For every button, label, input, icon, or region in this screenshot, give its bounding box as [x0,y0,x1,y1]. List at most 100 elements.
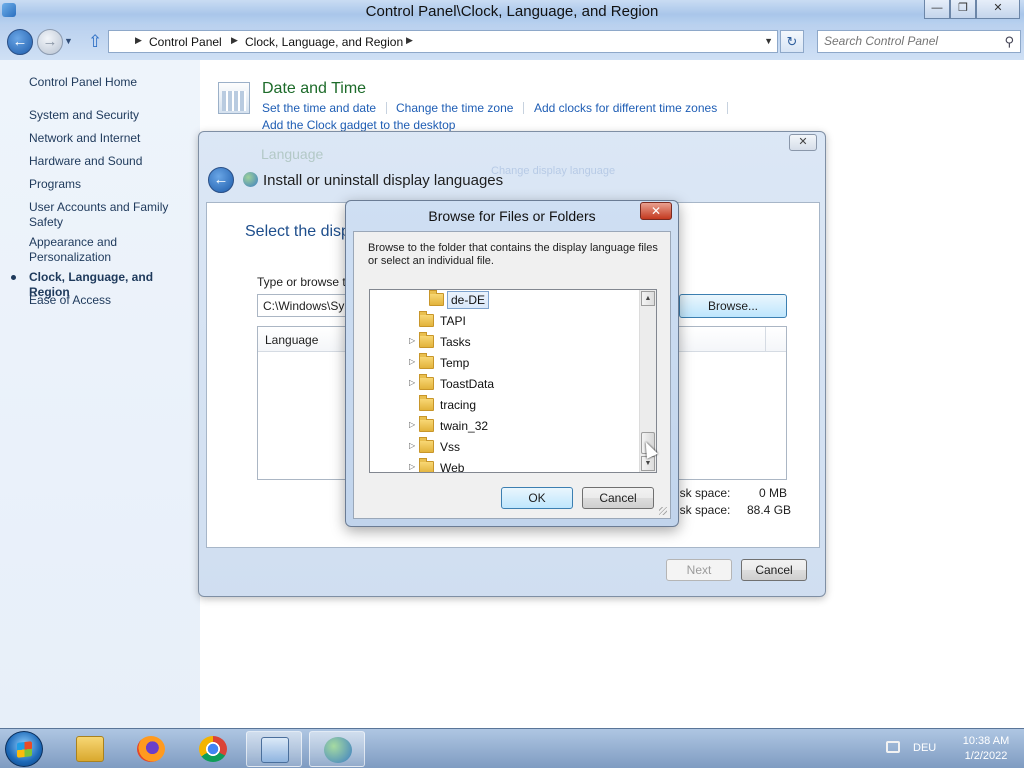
browse-cancel-button[interactable]: Cancel [582,487,654,509]
link-change-time-zone[interactable]: Change the time zone [396,101,513,115]
sidebar-item-network-internet[interactable]: Network and Internet [29,131,194,146]
cancel-button[interactable]: Cancel [741,559,807,581]
navigation-bar: ← → ▼ ⇧ ▶ Control Panel ▶ Clock, Languag… [0,24,1024,60]
taskbar-firefox[interactable] [123,731,179,767]
tree-item-label: TAPI [440,314,466,328]
folder-icon [419,458,434,472]
select-instruction: Select the disp [245,223,350,240]
up-arrow-icon[interactable]: ⇧ [88,32,102,52]
firefox-icon [137,736,165,762]
category-title[interactable]: Date and Time [262,80,366,98]
maximize-button[interactable]: ❐ [950,0,976,19]
taskbar-chrome[interactable] [185,731,241,767]
breadcrumb-chevron-icon[interactable]: ▶ [231,35,238,46]
breadcrumb-clock-language-region[interactable]: Clock, Language, and Region [245,35,403,49]
search-input[interactable] [824,34,994,48]
link-add-clocks[interactable]: Add clocks for different time zones [534,101,717,115]
expand-arrow-icon[interactable]: ▷ [409,462,415,471]
clock-date[interactable]: 1/2/2022 [956,750,1016,762]
browse-button[interactable]: Browse... [679,294,787,318]
link-add-clock-gadget[interactable]: Add the Clock gadget to the desktop [262,118,455,132]
folder-icon [429,290,444,306]
taskbar-control-panel[interactable] [246,731,302,767]
tree-item-label: twain_32 [440,419,489,433]
folder-icon [419,353,434,369]
address-dropdown-icon[interactable]: ▼ [764,36,773,46]
sidebar-item-ease-of-access[interactable]: Ease of Access [29,293,194,308]
sidebar-item-user-accounts[interactable]: User Accounts and Family Safety [29,200,179,230]
link-separator [727,102,728,114]
minimize-button[interactable]: — [924,0,950,19]
dialog-back-button[interactable]: ← [208,167,234,193]
tree-item-tasks[interactable]: ▷ Tasks [370,332,640,353]
expand-arrow-icon[interactable]: ▷ [409,378,415,387]
folder-tree[interactable]: de-DE TAPI ▷ Tasks ▷ Temp ▷ ToastData tr… [369,289,657,473]
search-icon[interactable]: ⚲ [1004,34,1014,50]
expand-arrow-icon[interactable]: ▷ [409,336,415,345]
taskbar-explorer[interactable] [62,731,118,767]
close-icon[interactable]: ✕ [640,202,672,220]
scroll-up-arrow-icon[interactable]: ▲ [641,291,655,306]
clock-time[interactable]: 10:38 AM [956,735,1016,747]
resize-grip-icon[interactable] [659,507,667,515]
input-language-indicator[interactable]: DEU [913,742,936,754]
background-language-title: Language [261,146,324,162]
folder-icon [419,311,434,327]
language-globe-icon [243,172,258,187]
column-divider [765,327,766,352]
tree-item-temp[interactable]: ▷ Temp [370,353,640,374]
link-set-time-date[interactable]: Set the time and date [262,101,376,115]
expand-arrow-icon[interactable]: ▷ [409,441,415,450]
close-window-button[interactable]: ✕ [976,0,1020,19]
breadcrumb-chevron-icon[interactable]: ▶ [406,35,413,46]
taskbar-language-installer[interactable] [309,731,365,767]
language-column-header[interactable]: Language [265,333,318,347]
breadcrumb-control-panel[interactable]: Control Panel [149,35,222,49]
dialog-footer: Next Cancel [206,548,820,590]
folder-icon [76,736,104,762]
next-button[interactable]: Next [666,559,732,581]
sidebar-item-appearance[interactable]: Appearance and Personalization [29,235,139,265]
sidebar-item-hardware-sound[interactable]: Hardware and Sound [29,154,194,169]
search-box[interactable]: ⚲ [817,30,1021,53]
tree-item-twain-32[interactable]: ▷ twain_32 [370,416,640,437]
tree-item-label: Temp [440,356,470,370]
sidebar-item-system-security[interactable]: System and Security [29,108,194,123]
forward-button[interactable]: → [37,29,63,55]
current-section-bullet [11,275,16,280]
link-separator [386,102,387,114]
start-button[interactable] [5,731,43,767]
breadcrumb-chevron-icon[interactable]: ▶ [135,35,142,46]
tree-item-de-de[interactable]: de-DE [370,290,640,311]
tree-item-web[interactable]: ▷ Web [370,458,640,472]
browse-dialog-title: Browse for Files or Folders [428,208,596,224]
tree-item-toastdata[interactable]: ▷ ToastData [370,374,640,395]
back-button[interactable]: ← [7,29,33,55]
folder-icon [419,416,434,432]
tree-item-tapi[interactable]: TAPI [370,311,640,332]
date-time-icon[interactable] [218,82,250,114]
tree-item-tracing[interactable]: tracing [370,395,640,416]
system-tray: DEU 10:38 AM 1/2/2022 [864,729,1024,768]
tree-item-label: de-DE [447,291,490,309]
expand-arrow-icon[interactable]: ▷ [409,357,415,366]
tree-item-label: Vss [440,440,461,454]
language-globe-icon [324,737,352,763]
expand-arrow-icon[interactable]: ▷ [409,420,415,429]
tree-item-vss[interactable]: ▷ Vss [370,437,640,458]
sidebar-item-control-panel-home[interactable]: Control Panel Home [29,75,194,90]
refresh-button[interactable]: ↻ [780,30,804,53]
ok-button[interactable]: OK [501,487,573,509]
recent-pages-dropdown-icon[interactable]: ▼ [64,36,73,46]
folder-icon [419,395,434,411]
sidebar-item-programs[interactable]: Programs [29,177,194,192]
disk-space-label-1: isk space: [677,486,731,500]
link-separator [523,102,524,114]
disk-space-value-2: 88.4 GB [747,503,792,517]
address-bar[interactable]: ▶ Control Panel ▶ Clock, Language, and R… [108,30,778,53]
disk-space-label-2: isk space: [677,503,731,517]
folder-icon [419,437,434,453]
tree-item-label: tracing [440,398,477,412]
network-icon[interactable] [886,741,900,753]
close-icon[interactable]: ✕ [789,134,817,151]
